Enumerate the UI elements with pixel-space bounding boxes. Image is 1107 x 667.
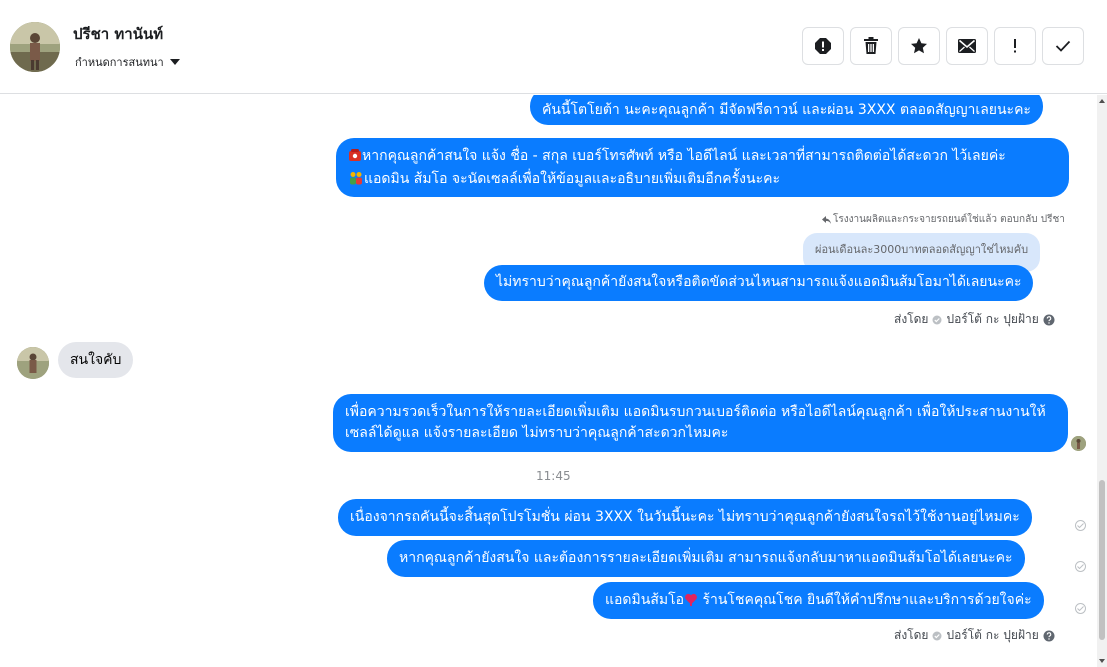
delivered-check-icon [1075, 561, 1086, 572]
check-icon [1055, 40, 1071, 52]
seen-by-avatar [1071, 436, 1086, 451]
star-icon [911, 38, 927, 54]
message-text: ร้านโชคคุณโชค ยินดีให้คำปรึกษาและบริการด… [698, 592, 1032, 608]
delete-button[interactable] [850, 27, 892, 65]
contact-avatar[interactable] [10, 22, 60, 72]
flag-button[interactable] [994, 27, 1036, 65]
conversation-settings-dropdown[interactable]: กำหนดการสนทนา [75, 53, 180, 71]
help-icon[interactable] [1043, 630, 1055, 642]
sent-by-name[interactable]: ปอร์โต้ กะ ปุยฝ้าย [946, 310, 1038, 329]
reply-context-text: โรงงานผลิตและกระจายรถยนต์ใช่แล้ว ตอบกลับ… [833, 214, 1065, 225]
outgoing-message[interactable]: หากคุณลูกค้ายังสนใจ และต้องการรายละเอียด… [387, 540, 1025, 577]
report-spam-button[interactable] [802, 27, 844, 65]
verified-icon [932, 631, 942, 640]
outgoing-message[interactable]: เนื่องจากรถคันนี้จะสิ้นสุดโปรโมชั่น ผ่อน… [338, 499, 1032, 536]
envelope-icon [958, 39, 976, 53]
message-text: หากคุณลูกค้าสนใจ แจ้ง ชื่อ - สกุล เบอร์โ… [362, 148, 1006, 164]
scroll-down-icon[interactable] [1099, 659, 1105, 663]
delivered-check-icon [1075, 520, 1086, 531]
outgoing-message[interactable]: คันนี้โตโยต้า นะคะคุณลูกค้า มีจัดฟรีดาวน… [530, 95, 1043, 125]
conversation-toolbar [802, 27, 1084, 65]
help-icon[interactable] [1043, 314, 1055, 326]
outgoing-message[interactable]: เพื่อความรวดเร็วในการให้รายละเอียดเพิ่มเ… [333, 394, 1068, 452]
mark-unread-button[interactable] [946, 27, 988, 65]
message-text: แอดมินส้มโอ [605, 592, 685, 608]
message-thread[interactable]: คันนี้โตโยต้า นะคะคุณลูกค้า มีจัดฟรีดาวน… [0, 95, 1096, 667]
scroll-up-icon[interactable] [1099, 99, 1105, 103]
scrollbar-thumb[interactable] [1099, 480, 1105, 640]
exclamation-icon [1014, 39, 1016, 53]
sent-by-label: ส่งโดย ปอร์โต้ กะ ปุยฝ้าย [894, 626, 1055, 645]
people-emoji-icon [348, 171, 364, 192]
alert-circle-icon [815, 38, 831, 54]
star-button[interactable] [898, 27, 940, 65]
mark-done-button[interactable] [1042, 27, 1084, 65]
chevron-down-icon [169, 59, 180, 65]
timestamp-separator: 11:45 [536, 469, 571, 483]
telephone-emoji-icon [348, 148, 362, 169]
verified-icon [932, 315, 942, 324]
incoming-message[interactable]: สนใจคับ [58, 342, 134, 378]
sent-by-name[interactable]: ปอร์โต้ กะ ปุยฝ้าย [946, 626, 1038, 645]
reply-arrow-icon [822, 215, 831, 224]
thread-scrollbar[interactable] [1097, 95, 1107, 667]
outgoing-message[interactable]: แอดมินส้มโอ ร้านโชคคุณโชค ยินดีให้คำปรึก… [593, 582, 1044, 619]
heart-emoji-icon [684, 592, 698, 613]
sent-by-text: ส่งโดย [894, 628, 929, 642]
sent-by-text: ส่งโดย [894, 312, 929, 326]
contact-avatar-small[interactable] [17, 347, 49, 379]
delivered-check-icon [1075, 603, 1086, 614]
message-text: แอดมิน ส้มโอ จะนัดเซลล์เพื่อให้ข้อมูลและ… [364, 171, 780, 187]
conversation-settings-label: กำหนดการสนทนา [75, 56, 164, 69]
trash-icon [864, 37, 878, 54]
conversation-header: ปรีชา ทานันท์ กำหนดการสนทนา [0, 0, 1107, 94]
contact-name[interactable]: ปรีชา ทานันท์ [73, 22, 163, 46]
outgoing-message[interactable]: หากคุณลูกค้าสนใจ แจ้ง ชื่อ - สกุล เบอร์โ… [336, 138, 1069, 197]
sent-by-label: ส่งโดย ปอร์โต้ กะ ปุยฝ้าย [894, 310, 1055, 329]
reply-context: โรงงานผลิตและกระจายรถยนต์ใช่แล้ว ตอบกลับ… [822, 212, 1065, 227]
outgoing-message[interactable]: ไม่ทราบว่าคุณลูกค้ายังสนใจหรือติดขัดส่วน… [484, 265, 1034, 301]
